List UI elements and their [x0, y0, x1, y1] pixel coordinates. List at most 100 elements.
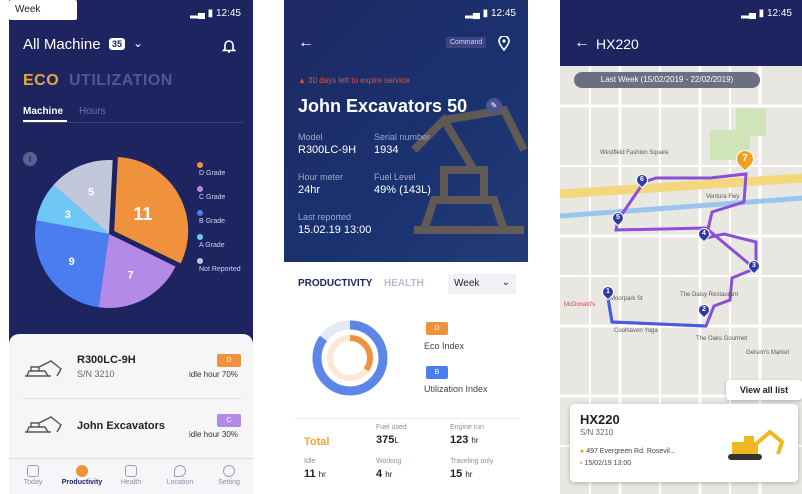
legend-label: A Grade — [199, 242, 225, 249]
status-bar: ▂▄ ▮ 12:45 — [741, 8, 792, 19]
machine-overview-screen: ▂▄ ▮ 12:45 All Machine 35 ⌄ ECO UTILIZAT… — [9, 0, 253, 494]
fuel-level-value: 49% (143L) — [374, 184, 431, 196]
pie-icon — [76, 465, 88, 477]
machine-location-card[interactable]: HX220 S/N 3210 ● 497 Evergreen Rd. Rosev… — [570, 404, 798, 482]
model-label: Model — [298, 132, 323, 142]
working-value: 4 hr — [376, 468, 393, 480]
idle-hour: idle hour 70% — [189, 370, 238, 379]
period-select[interactable]: Week ⌄ — [448, 274, 516, 294]
nav-health[interactable]: Health — [107, 465, 155, 486]
pie-value-label: 11 — [133, 204, 152, 224]
location-pin-icon[interactable] — [498, 36, 510, 51]
route-stop-number: 2 — [702, 306, 706, 313]
warning-icon: ▲ — [298, 76, 309, 85]
nav-location[interactable]: Location — [156, 465, 204, 486]
segment-machine[interactable]: Machine — [23, 106, 63, 117]
total-label: Total — [304, 436, 330, 448]
hour-meter-value: 24hr — [298, 184, 321, 196]
utilization-index-label: Utilization Index — [424, 384, 488, 394]
legend-dot — [197, 186, 203, 192]
machine-title: John Excavators 50 — [298, 96, 468, 116]
last-reported-value: 15.02.19 13:00 — [298, 224, 372, 236]
bottom-nav: Today Productivity Health Location Setti… — [9, 458, 253, 494]
command-button[interactable]: Command — [446, 37, 487, 48]
nav-setting[interactable]: Setting — [205, 465, 253, 486]
legend-label: C Grade — [199, 194, 226, 201]
last-reported-label: Last reported — [298, 212, 352, 222]
hero-header — [284, 0, 528, 262]
index-donut — [312, 320, 388, 396]
location-pin-icon — [174, 465, 186, 477]
tab-eco[interactable]: ECO — [23, 72, 59, 90]
machine-name: John Excavators — [77, 420, 166, 432]
legend-dot — [197, 234, 203, 240]
location-history-screen: Westfield Fashion Square Ventura Fwy Moo… — [560, 0, 802, 494]
pie-value-label: 3 — [65, 209, 71, 221]
date-range-pill[interactable]: Last Week (15/02/2019 - 22/02/2019) — [574, 72, 760, 88]
view-all-list-button[interactable]: View all list — [726, 380, 802, 400]
chevron-down-icon[interactable]: ⌄ — [133, 36, 143, 50]
edit-icon[interactable]: ✎ — [486, 98, 502, 114]
excavator-icon — [25, 416, 62, 433]
fuel-level-label: Fuel Level — [374, 172, 416, 182]
fleet-title[interactable]: All Machine — [23, 36, 101, 53]
chevron-down-icon: ⌄ — [238, 3, 247, 14]
calendar-icon — [27, 465, 39, 477]
legend-dot — [197, 210, 203, 216]
bell-icon[interactable] — [222, 38, 236, 53]
tab-health[interactable]: HEALTH — [384, 278, 424, 289]
machine-serial: S/N 3210 — [77, 369, 115, 379]
service-warning: ▲ 30 days left to expire service — [298, 76, 410, 85]
machine-name: R300LC-9H — [77, 354, 136, 366]
pie-value-label: 5 — [88, 187, 94, 199]
serial-value: 1934 — [374, 144, 399, 156]
route-stop-number: 5 — [616, 214, 620, 221]
working-label: Working — [376, 458, 402, 465]
divider — [23, 122, 243, 123]
eco-index-label: Eco Index — [424, 341, 465, 351]
engine-run-label: Engine run — [450, 424, 484, 431]
map-label: The Daisy Restaurant — [680, 292, 739, 298]
legend-dot — [197, 258, 203, 264]
clipboard-icon — [125, 465, 137, 477]
model-value: R300LC-9H — [298, 144, 357, 156]
grade-badge: D — [217, 354, 241, 367]
legend-label: B Grade — [199, 218, 226, 225]
fuel-used-label: Fuel used — [376, 424, 407, 431]
status-bar: ▂▄ ▮ 12:45 — [465, 8, 516, 19]
machine-count-badge: 35 — [109, 38, 126, 50]
nav-productivity[interactable]: Productivity — [58, 465, 106, 486]
back-arrow-icon[interactable]: ← — [298, 34, 314, 52]
excavator-icon — [728, 429, 785, 460]
card-serial: S/N 3210 — [580, 428, 614, 437]
legend-label: D Grade — [199, 170, 226, 177]
card-date: ▪ 15/02/19 13:00 — [580, 460, 632, 467]
legend-item: Not Reported — [197, 258, 241, 273]
hour-meter-label: Hour meter — [298, 172, 344, 182]
tab-utilization[interactable]: UTILIZATION — [69, 72, 173, 90]
route-stop-number: 6 — [640, 176, 644, 183]
engine-run-value: 123 hr — [450, 434, 479, 446]
map-label: Ventura Fwy — [706, 194, 740, 200]
gear-icon — [223, 465, 235, 477]
nav-today[interactable]: Today — [9, 465, 57, 486]
tab-productivity[interactable]: PRODUCTIVITY — [298, 278, 372, 289]
divider — [294, 418, 520, 419]
back-arrow-icon[interactable]: ← — [574, 34, 590, 52]
map-label: Moorpark St — [610, 296, 643, 302]
route-stop-number: 4 — [702, 230, 706, 237]
segment-hours[interactable]: Hours — [79, 106, 106, 117]
idle-value: 11 hr — [304, 468, 326, 480]
route-stop-number: 1 — [606, 288, 610, 295]
map-label: The Oaks Gourmet — [696, 336, 748, 342]
idle-label: Idle — [304, 458, 316, 465]
legend-item: A Grade — [197, 234, 225, 249]
eco-grade-badge: D — [426, 322, 448, 335]
traveling-value: 15 hr — [450, 468, 473, 480]
map-label: McDonald's — [564, 302, 596, 308]
period-select[interactable]: Week ⌄ — [9, 0, 247, 20]
pie-value-label: 7 — [127, 270, 133, 282]
machine-card[interactable]: R300LC-9H S/N 3210 D idle hour 70% — [9, 342, 253, 404]
card-title: HX220 — [580, 412, 620, 427]
pie-value-label: 9 — [69, 256, 75, 268]
